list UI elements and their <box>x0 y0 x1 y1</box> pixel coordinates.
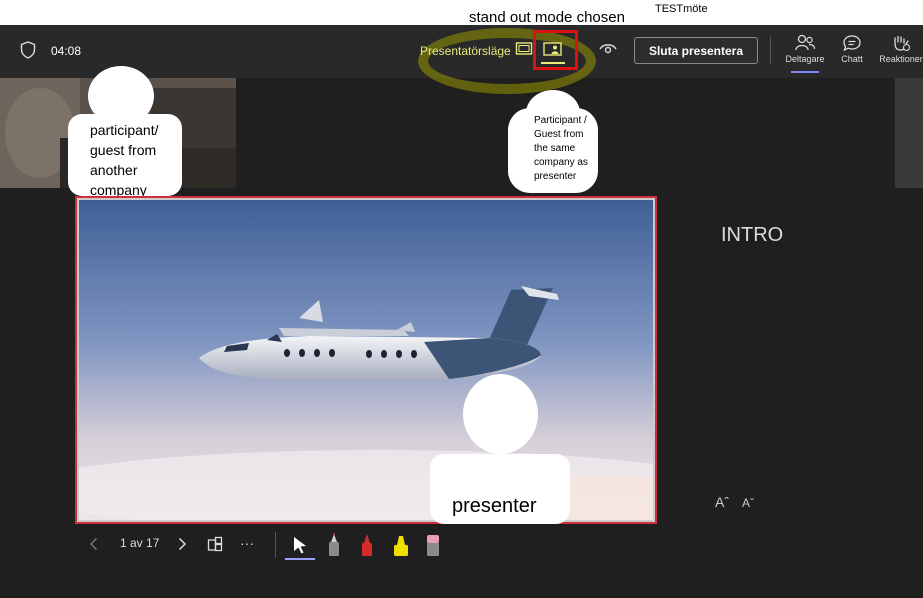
stand-out-annotation: stand out mode chosen <box>469 9 625 26</box>
reactions-button[interactable]: Reaktioner <box>875 34 923 74</box>
eraser-icon[interactable] <box>425 532 441 558</box>
teams-presenter-view: stand out mode chosen TESTmöte 04:08 Pre… <box>0 0 923 598</box>
annotation-banner <box>0 0 923 25</box>
meeting-timer: 04:08 <box>51 44 82 58</box>
eye-icon[interactable] <box>599 43 617 55</box>
content-only-mode-button[interactable] <box>515 41 533 57</box>
reaction-hand-icon <box>894 35 911 52</box>
participants-label: Deltagare <box>785 54 825 64</box>
shield-icon[interactable] <box>20 41 36 59</box>
topbar-divider <box>770 36 771 64</box>
guest-other-company-annotation: participant/ guest from another company <box>68 66 182 198</box>
participants-active-indicator <box>791 71 819 73</box>
next-slide-icon[interactable] <box>176 537 188 551</box>
participants-button[interactable]: Deltagare <box>779 34 831 74</box>
side-scrollbar[interactable] <box>895 78 923 188</box>
slide-notes-heading: INTRO <box>721 224 784 246</box>
presenter-annotation-text: presenter <box>452 495 537 517</box>
presenter-mode-label: Presentatörsläge <box>420 44 511 58</box>
pen-icon[interactable] <box>326 532 342 558</box>
guest-same-company-text: Participant / Guest from the same compan… <box>534 115 588 182</box>
pointer-active-indicator <box>285 558 315 560</box>
meeting-title: TESTmöte <box>655 3 708 15</box>
chat-label: Chatt <box>841 54 863 64</box>
increase-font-button[interactable]: Aˆ <box>715 494 729 510</box>
decrease-font-button[interactable]: Aˇ <box>742 496 754 510</box>
presenter-head-shape <box>463 374 538 454</box>
guest-same-company-annotation: Participant / Guest from the same compan… <box>508 90 598 193</box>
slide-counter: 1 av 17 <box>120 536 160 550</box>
previous-slide-icon[interactable] <box>88 537 100 551</box>
laser-pointer-icon[interactable] <box>291 535 309 555</box>
red-pen-icon[interactable] <box>359 532 375 558</box>
guest-other-company-text: participant/ guest from another company <box>90 122 159 198</box>
more-options-button[interactable]: ··· <box>240 535 254 551</box>
chat-icon <box>843 35 861 52</box>
people-icon <box>795 34 816 51</box>
slide-grid-icon[interactable] <box>207 536 223 552</box>
stop-presenting-button[interactable]: Sluta presentera <box>634 37 758 64</box>
chat-button[interactable]: Chatt <box>826 34 878 74</box>
stand-out-highlight-box <box>533 30 578 70</box>
toolbar-divider <box>275 532 276 558</box>
reactions-label: Reaktioner <box>879 54 923 64</box>
highlighter-icon[interactable] <box>392 532 410 558</box>
